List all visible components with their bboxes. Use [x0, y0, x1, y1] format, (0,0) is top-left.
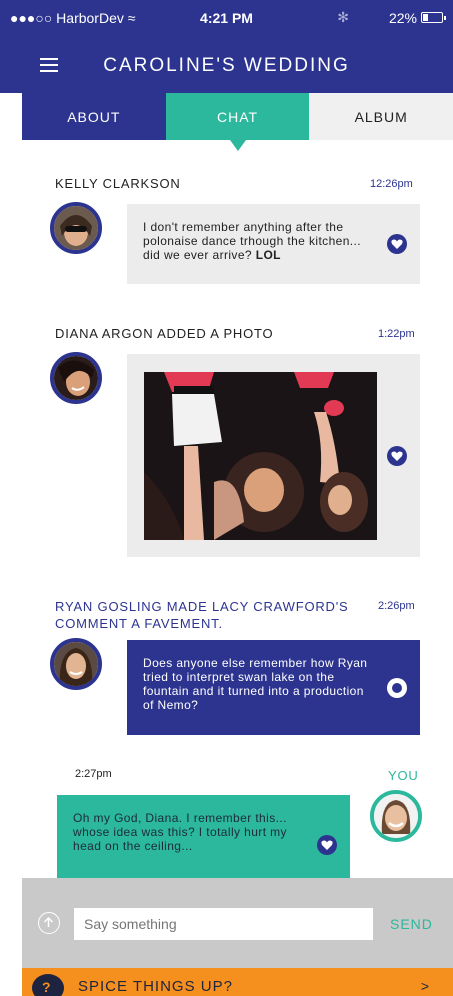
message-composer: SEND: [22, 878, 453, 968]
message-time: 2:27pm: [75, 768, 112, 780]
heart-icon[interactable]: [387, 678, 407, 698]
avatar-photo: [54, 356, 98, 400]
tab-album[interactable]: ALBUM: [309, 93, 453, 140]
tab-bar: ABOUT CHAT ALBUM: [22, 93, 453, 151]
app-header: ●●●○○ HarborDev ≈ 4:21 PM ✻ 22% CAROLINE…: [0, 0, 453, 93]
message-time: 1:22pm: [378, 328, 415, 340]
avatar-photo: [374, 794, 418, 838]
up-arrow-icon[interactable]: [38, 912, 60, 934]
message-sender: KELLY CLARKSON: [55, 176, 181, 191]
heart-icon[interactable]: [387, 234, 407, 254]
party-photo-image: [144, 372, 377, 540]
avatar[interactable]: [50, 352, 102, 404]
send-button[interactable]: SEND: [390, 916, 433, 932]
message-time: 2:26pm: [378, 600, 415, 612]
message-bubble: I don't remember anything after the polo…: [127, 204, 420, 284]
you-label: YOU: [388, 768, 419, 783]
message-time: 12:26pm: [370, 178, 413, 190]
message-bubble: Does anyone else remember how Ryan tried…: [127, 640, 420, 735]
message-text: Oh my God, Diana. I remember this... who…: [73, 811, 287, 853]
page-title: CAROLINE'S WEDDING: [103, 55, 350, 76]
heart-icon[interactable]: [387, 446, 407, 466]
spice-label: SPICE THINGS UP?: [78, 978, 233, 995]
battery-icon: [421, 12, 446, 23]
avatar[interactable]: [370, 790, 422, 842]
clock: 4:21 PM: [200, 10, 253, 26]
photo-bubble: [127, 354, 420, 557]
chevron-right-icon: >: [420, 978, 429, 994]
message-text: I don't remember anything after the polo…: [143, 220, 362, 262]
status-bar: ●●●○○ HarborDev ≈ 4:21 PM ✻ 22%: [0, 0, 453, 36]
avatar[interactable]: [50, 202, 102, 254]
avatar-photo: [54, 206, 98, 250]
svg-text:?: ?: [42, 979, 51, 995]
message-sender: RYAN GOSLING MADE LACY CRAWFORD'S COMMEN…: [55, 599, 349, 631]
party-photo[interactable]: [144, 372, 377, 540]
battery-percent: 22%: [388, 10, 417, 26]
spice-banner[interactable]: ? SPICE THINGS UP? >: [22, 968, 453, 996]
message-sender: DIANA ARGON ADDED A PHOTO: [55, 326, 274, 341]
avatar-photo: [54, 642, 98, 686]
message-bubble: Oh my God, Diana. I remember this... who…: [57, 795, 350, 878]
bluetooth-icon: ✻: [337, 9, 349, 25]
tab-chat[interactable]: CHAT: [165, 93, 310, 151]
heart-icon[interactable]: [317, 835, 337, 855]
spice-logo-icon: ?: [32, 974, 64, 996]
message-text: Does anyone else remember how Ryan tried…: [143, 656, 368, 712]
avatar[interactable]: [50, 638, 102, 690]
message-input[interactable]: [74, 908, 373, 940]
tab-about[interactable]: ABOUT: [22, 93, 166, 140]
